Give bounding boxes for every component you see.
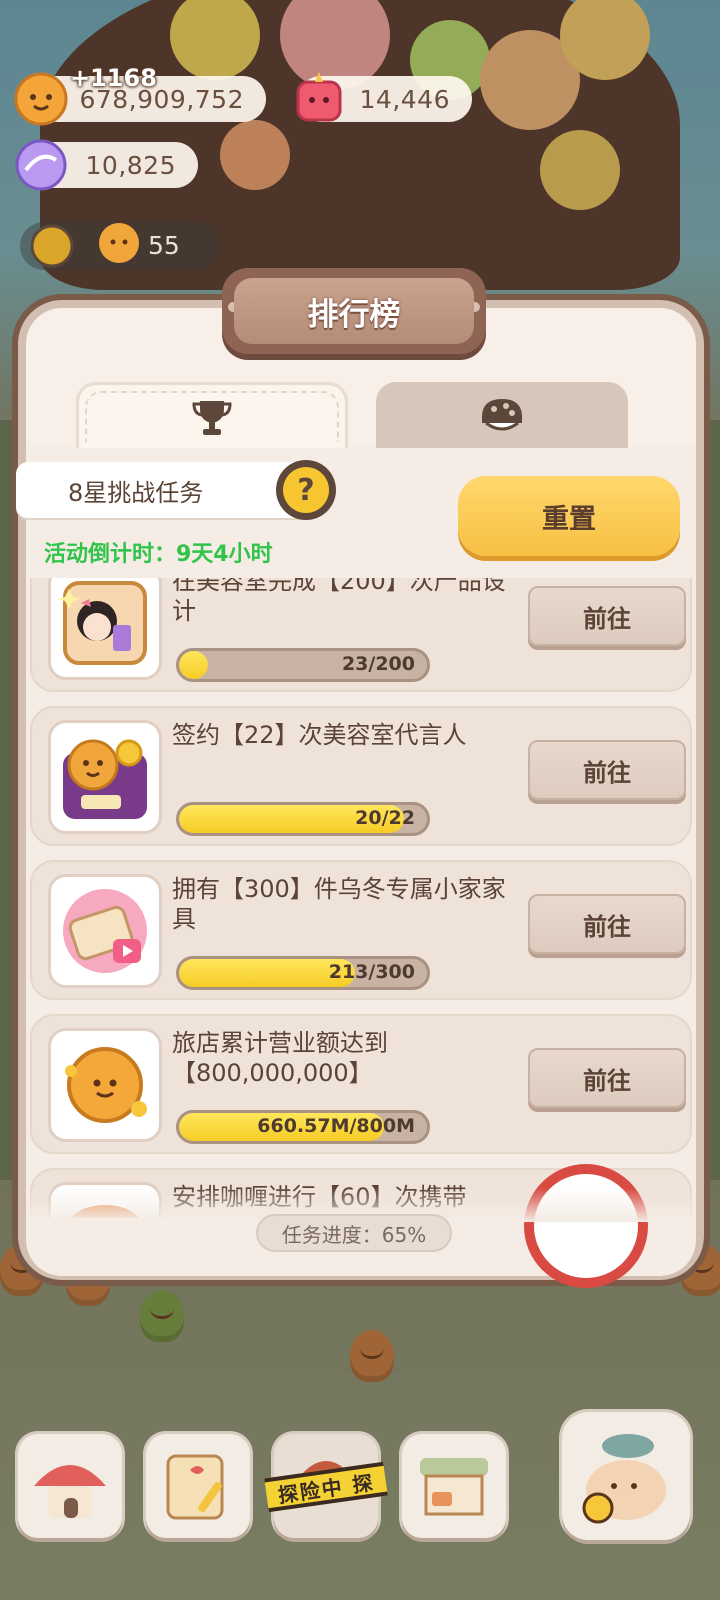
go-button[interactable]: 前往 (528, 586, 686, 646)
trophy-icon (192, 400, 232, 435)
panel-title-plate: 排行榜 (222, 268, 486, 354)
nav-shop-button[interactable] (402, 1434, 506, 1538)
crystal-orb-icon (12, 136, 70, 194)
crystals-counter[interactable]: 10,825 (15, 139, 198, 191)
task-progress-bar: 23/200 (176, 648, 430, 682)
cookie-coin-icon (12, 70, 70, 128)
task-description: 签约【22】次美容室代言人 (172, 721, 467, 749)
gems-counter[interactable]: 14,446 (296, 72, 472, 122)
tab-trophy[interactable] (76, 382, 348, 448)
task-total-progress: 任务进度：65% (256, 1214, 452, 1252)
task-progress-text: 660.57M/800M (257, 1115, 415, 1137)
go-button[interactable]: 前往 (528, 894, 686, 954)
mushroom-house-icon (34, 1465, 106, 1518)
cookie-icon (482, 399, 522, 431)
task-progress-text: 23/200 (341, 653, 415, 675)
cookie-character-icon (99, 223, 139, 263)
sun-badge-icon (30, 224, 74, 268)
go-button[interactable]: 前往 (528, 740, 686, 800)
task-item: 签约【22】次美容室代言人 20/22 前往 (30, 706, 692, 846)
pink-gem-icon (290, 70, 348, 128)
task-progress-text: 20/22 (355, 807, 415, 829)
cookie-coin-icon (48, 1028, 162, 1142)
task-progress-bar: 660.57M/800M (176, 1110, 430, 1144)
nav-tasks-button[interactable] (146, 1434, 250, 1538)
nav-home-button[interactable] (18, 1434, 122, 1538)
endorser-contract-icon (48, 720, 162, 834)
completed-stamp-icon (524, 1164, 648, 1288)
level-indicator: 55 (20, 222, 220, 270)
task-description: 在美容室完成【200】次产品设计 (172, 578, 506, 625)
task-item: 拥有【300】件乌冬专属小家家具 213/300 前往 (30, 860, 692, 1000)
gems-value: 14,446 (359, 84, 450, 114)
notepad-icon (166, 1454, 224, 1520)
coins-gain: +1168 (70, 64, 157, 92)
nav-character-button[interactable] (562, 1412, 690, 1540)
task-description: 拥有【300】件乌冬专属小家家具 (172, 875, 506, 933)
fish-character-icon (582, 1434, 666, 1524)
tab-cookie[interactable] (376, 382, 628, 448)
task-item: 在美容室完成【200】次产品设计 23/200 前往 (30, 578, 692, 692)
event-countdown: 活动倒计时：9天4小时 (44, 542, 273, 567)
panel-title: 排行榜 (234, 278, 474, 344)
reset-button[interactable]: 重置 (458, 476, 680, 556)
product-design-icon (48, 578, 162, 680)
task-progress-text: 213/300 (328, 961, 415, 983)
task-item: 旅店累计营业额达到【800,000,000】 660.57M/800M 前往 (30, 1014, 692, 1154)
task-progress-bar: 20/22 (176, 802, 430, 836)
question-icon: ? (283, 467, 329, 513)
go-button[interactable]: 前往 (528, 1048, 686, 1108)
shop-stall-icon (420, 1458, 488, 1516)
task-description: 旅店累计营业额达到【800,000,000】 (172, 1029, 388, 1087)
task-progress-fill (179, 651, 208, 679)
task-list[interactable]: 在美容室完成【200】次产品设计 23/200 前往 签约【22】次美容室代言人… (30, 578, 696, 1218)
furniture-ticket-icon (48, 874, 162, 988)
level-value: 55 (148, 231, 180, 260)
help-button[interactable]: ? (276, 460, 336, 520)
crystals-value: 10,825 (85, 150, 176, 180)
task-progress-bar: 213/300 (176, 956, 430, 990)
